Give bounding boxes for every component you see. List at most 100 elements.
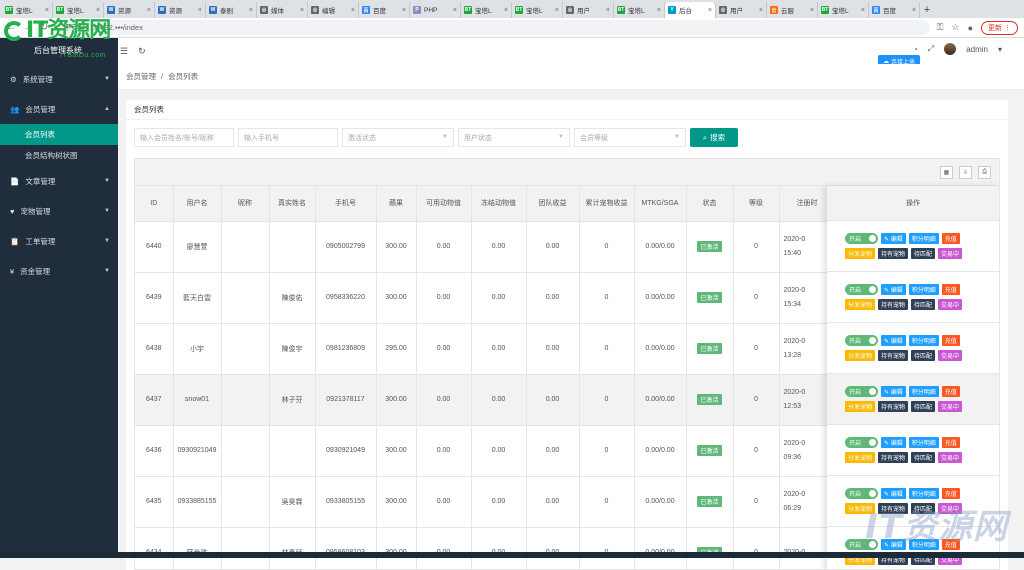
close-icon[interactable]: × [249,7,253,14]
sidebar-subitem[interactable]: 会员结构树状图 [0,145,118,166]
points-detail-button[interactable]: 积分明细 [909,488,939,499]
breadcrumb-home[interactable]: 会员管理 [126,71,156,82]
column-header[interactable]: MTKG/SGA [634,186,686,221]
browser-tab[interactable]: ◎编辑× [308,2,359,18]
distribute-pet-button[interactable]: 分发宠物 [845,401,875,412]
table-row[interactable]: 6434蘇世雅林彥廷0958608103300.000.000.000.0000… [135,527,835,570]
column-header[interactable]: 昵称 [221,186,269,221]
owned-pets-button[interactable]: 持有宠物 [878,248,908,259]
trading-button[interactable]: 交易中 [938,350,962,361]
close-icon[interactable]: × [555,7,559,14]
edit-button[interactable]: ✎ 编辑 [881,488,906,499]
points-detail-button[interactable]: 积分明细 [909,386,939,397]
column-header[interactable]: 用户名 [173,186,221,221]
recharge-button[interactable]: 充值 [942,386,960,397]
trading-button[interactable]: 交易中 [938,401,962,412]
table-row[interactable]: 6439藍天白雲陳俊佑0958336220300.000.000.000.000… [135,272,835,323]
chevron-down-icon[interactable]: ▾ [998,45,1002,54]
sidebar-item[interactable]: ♥宠物管理▼ [0,196,118,226]
star-icon[interactable]: ☆ [951,22,959,33]
refresh-icon[interactable]: ↻ [138,46,146,57]
export-icon[interactable]: ⇩ [959,166,972,179]
close-icon[interactable]: × [861,7,865,14]
profile-icon[interactable]: ● [968,23,973,33]
url-field[interactable]: 不安全 154.92.▪▪▪/index [55,20,929,35]
owned-pets-button[interactable]: 持有宠物 [878,299,908,310]
fullscreen-icon[interactable]: ⤢ [928,44,934,54]
browser-tab[interactable]: ◎用户× [716,2,767,18]
table-row[interactable]: 6438小宇陳俊宇0981236809295.000.000.000.0000.… [135,323,835,374]
points-detail-button[interactable]: 积分明细 [909,437,939,448]
browser-tab[interactable]: BT宝塔L× [818,2,869,18]
close-icon[interactable]: × [198,7,202,14]
browser-tab[interactable]: 百百度× [359,2,410,18]
trading-button[interactable]: 交易中 [938,248,962,259]
distribute-pet-button[interactable]: 分发宠物 [845,350,875,361]
browser-tab[interactable]: 百百度× [869,2,920,18]
edit-button[interactable]: ✎ 编辑 [881,284,906,295]
recharge-button[interactable]: 充值 [942,233,960,244]
search-button[interactable]: ⌕搜索 [690,128,738,147]
points-detail-button[interactable]: 积分明细 [909,284,939,295]
sidebar-item[interactable]: 👥会员管理▲ [0,94,118,124]
pending-match-button[interactable]: 待匹配 [911,452,935,463]
browser-tab[interactable]: ◎用户× [563,2,614,18]
points-detail-button[interactable]: 积分明细 [909,335,939,346]
sidebar-item[interactable]: ¥资金管理▼ [0,256,118,286]
close-icon[interactable]: × [606,7,610,14]
browser-tab[interactable]: BT宝塔L× [461,2,512,18]
close-icon[interactable]: × [759,7,763,14]
column-header[interactable]: ID [135,186,173,221]
theme-icon[interactable]: ◔ [913,45,918,54]
pending-match-button[interactable]: 待匹配 [911,299,935,310]
username-label[interactable]: admin [966,45,988,54]
trading-button[interactable]: 交易中 [938,452,962,463]
recharge-button[interactable]: 充值 [942,284,960,295]
sidebar-subitem[interactable]: 会员列表 [0,124,118,145]
close-icon[interactable]: × [657,7,661,14]
sidebar-item[interactable]: 📋工单管理▼ [0,226,118,256]
browser-tab[interactable]: W泰剧× [206,2,257,18]
distribute-pet-button[interactable]: 分发宠物 [845,248,875,259]
table-row[interactable]: 6437snow01林子芬0921378117300.000.000.000.0… [135,374,835,425]
table-row[interactable]: 64350933885155吳昊霖0933805155300.000.000.0… [135,476,835,527]
owned-pets-button[interactable]: 持有宠物 [878,350,908,361]
table-row[interactable]: 643609309210490930921049300.000.000.000.… [135,425,835,476]
browser-tab[interactable]: BT宝塔L× [512,2,563,18]
pending-match-button[interactable]: 待匹配 [911,401,935,412]
browser-tab[interactable]: BT宝塔L× [614,2,665,18]
browser-tab[interactable]: PPHP× [410,2,461,18]
browser-tab[interactable]: 云云服× [767,2,818,18]
print-icon[interactable]: ⎙ [978,166,991,179]
close-icon[interactable]: × [810,7,814,14]
name-search-input[interactable]: 输入会员姓名/账号/昵称 [134,128,234,147]
user-status-select[interactable]: 用户状态▼ [458,128,570,147]
edit-button[interactable]: ✎ 编辑 [881,233,906,244]
enable-toggle[interactable]: 开启 [845,233,878,244]
column-header[interactable]: 等级 [733,186,779,221]
new-tab-button[interactable]: + [920,2,934,18]
browser-tab[interactable]: W资源× [104,2,155,18]
close-icon[interactable]: × [504,7,508,14]
column-header[interactable]: 蘋果 [376,186,416,221]
table-row[interactable]: 6440廖慧萱0905002799300.000.000.000.0000.00… [135,221,835,272]
edit-button[interactable]: ✎ 编辑 [881,335,906,346]
distribute-pet-button[interactable]: 分发宠物 [845,452,875,463]
close-icon[interactable]: × [402,7,406,14]
close-icon[interactable]: × [912,7,916,14]
edit-button[interactable]: ✎ 编辑 [881,437,906,448]
column-header[interactable]: 累计宠物收益 [579,186,634,221]
owned-pets-button[interactable]: 持有宠物 [878,452,908,463]
distribute-pet-button[interactable]: 分发宠物 [845,299,875,310]
column-header[interactable]: 可用动物值 [416,186,471,221]
column-header[interactable]: 状态 [686,186,733,221]
update-button[interactable]: 更新 ⋮ [981,21,1018,35]
edit-button[interactable]: ✎ 编辑 [881,386,906,397]
points-detail-button[interactable]: 积分明细 [909,233,939,244]
close-icon[interactable]: × [147,7,151,14]
pending-match-button[interactable]: 待匹配 [911,248,935,259]
owned-pets-button[interactable]: 持有宠物 [878,401,908,412]
enable-toggle[interactable]: 开启 [845,437,878,448]
column-header[interactable]: 真实姓名 [269,186,315,221]
browser-tab[interactable]: Y后台× [665,2,716,18]
